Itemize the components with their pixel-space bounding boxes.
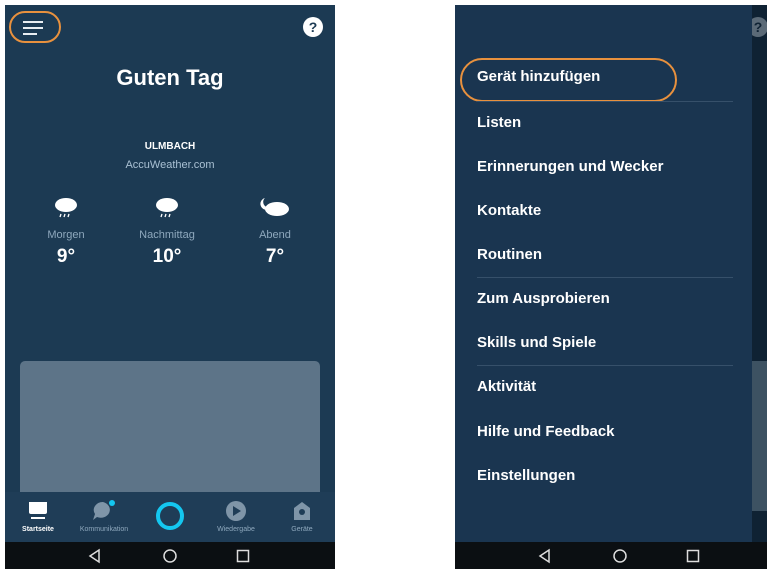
- recents-icon[interactable]: [235, 548, 251, 564]
- system-nav-bar: [5, 542, 335, 569]
- chat-bubble-icon: [93, 500, 115, 520]
- home-screen: ? Guten Tag ULMBACH AccuWeather.com Morg…: [5, 5, 335, 569]
- forecast-temp: 9°: [56, 246, 76, 267]
- forecast-temp: 10°: [152, 246, 182, 267]
- forecast-period: Morgen: [47, 229, 85, 241]
- tab-label: Geräte: [291, 526, 313, 533]
- rain-cloud-icon: [55, 198, 77, 218]
- home-circle-icon[interactable]: [612, 548, 628, 564]
- menu-item-erinnerungen[interactable]: Erinnerungen und Wecker: [477, 158, 663, 175]
- menu-item-routinen[interactable]: Routinen: [477, 246, 542, 263]
- forecast-morning: Morgen 9°: [21, 195, 111, 268]
- navigation-drawer: Gerät hinzufügen Listen Erinnerungen und…: [455, 5, 752, 542]
- home-icon: [29, 502, 47, 519]
- tab-label: Kommunikation: [79, 526, 129, 533]
- back-icon[interactable]: [87, 548, 103, 564]
- menu-item-aktivitaet[interactable]: Aktivität: [477, 378, 536, 395]
- divider: [477, 101, 733, 102]
- recents-icon[interactable]: [685, 548, 701, 564]
- menu-item-skills[interactable]: Skills und Spiele: [477, 334, 596, 351]
- forecast-temp: 7°: [265, 246, 285, 267]
- menu-item-geraet-hinzufuegen[interactable]: Gerät hinzufügen: [477, 68, 600, 85]
- weather-source[interactable]: AccuWeather.com: [5, 159, 335, 171]
- menu-item-zum-ausprobieren[interactable]: Zum Ausprobieren: [477, 290, 610, 307]
- dimmed-home-screen[interactable]: ?: [748, 5, 767, 542]
- content-card: [752, 361, 767, 511]
- devices-icon: [294, 502, 310, 520]
- forecast-period: Abend: [259, 229, 291, 241]
- bottom-tab-bar: Startseite Kommunikation Wiedergabe Gerä…: [5, 492, 335, 542]
- forecast-evening: Abend 7°: [230, 195, 320, 268]
- moon-cloud-icon: [260, 198, 289, 216]
- hamburger-menu-icon[interactable]: [9, 11, 61, 43]
- home-circle-icon[interactable]: [162, 548, 178, 564]
- tab-label: Startseite: [22, 526, 54, 533]
- play-icon: [226, 501, 246, 521]
- rain-cloud-icon: [156, 198, 178, 218]
- tab-geraete[interactable]: Geräte: [269, 492, 335, 542]
- forecast-period: Nachmittag: [139, 229, 195, 241]
- weather-location: ULMBACH: [144, 141, 196, 152]
- menu-item-listen[interactable]: Listen: [477, 114, 521, 131]
- menu-item-hilfe[interactable]: Hilfe und Feedback: [477, 423, 615, 440]
- tab-label: Wiedergabe: [217, 526, 255, 533]
- forecast-afternoon: Nachmittag 10°: [122, 195, 212, 268]
- alexa-ring-icon: [156, 502, 184, 530]
- content-card[interactable]: [20, 361, 320, 501]
- page-title: Guten Tag: [116, 65, 224, 90]
- menu-screen: ? Gerät hinzufügen Listen Erinnerungen u…: [455, 5, 767, 569]
- tab-wiedergabe[interactable]: Wiedergabe: [203, 492, 269, 542]
- help-icon[interactable]: ?: [303, 17, 323, 37]
- divider: [477, 365, 733, 366]
- system-nav-bar: [455, 542, 767, 569]
- back-icon[interactable]: [537, 548, 553, 564]
- menu-item-einstellungen[interactable]: Einstellungen: [477, 467, 575, 484]
- tab-kommunikation[interactable]: Kommunikation: [71, 492, 137, 542]
- tab-alexa[interactable]: [137, 492, 203, 542]
- divider: [477, 277, 733, 278]
- tab-startseite[interactable]: Startseite: [5, 492, 71, 542]
- menu-item-kontakte[interactable]: Kontakte: [477, 202, 541, 219]
